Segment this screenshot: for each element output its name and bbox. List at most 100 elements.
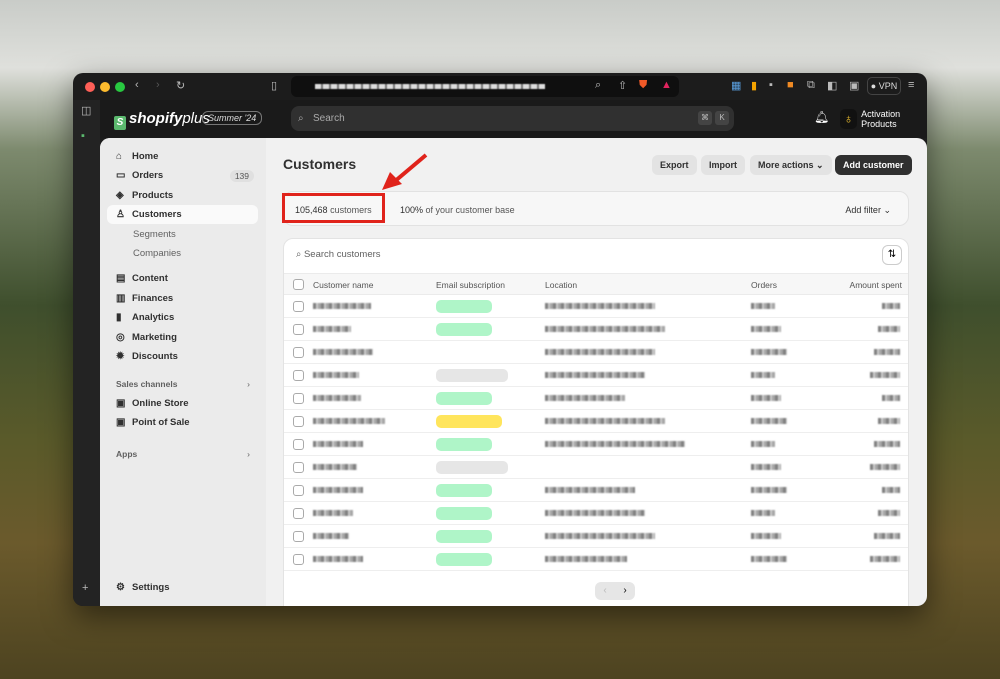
- table-row[interactable]: [284, 387, 908, 410]
- row-checkbox[interactable]: [293, 462, 304, 473]
- bookmark-icon[interactable]: ▯: [271, 79, 277, 92]
- row-checkbox[interactable]: [293, 439, 304, 450]
- shortcut-k: K: [715, 111, 729, 125]
- browser-window: ‹ › ↻ ▯ ⌕ ⇧ ⛊ ▲ ▦ ▮ ▪ ■ ⧉ ◧ ▣ ● VPN ≡ ◫ …: [73, 73, 927, 606]
- row-checkbox[interactable]: [293, 508, 304, 519]
- table-row[interactable]: [284, 479, 908, 502]
- brave-shield-icon[interactable]: ⛊: [639, 79, 647, 92]
- forward-icon[interactable]: ›: [156, 79, 160, 91]
- row-checkbox[interactable]: [293, 416, 304, 427]
- sidebar-item-products[interactable]: ◈ Products: [107, 186, 258, 205]
- row-checkbox[interactable]: [293, 554, 304, 565]
- customer-search[interactable]: ⌕ Search customers: [296, 249, 381, 260]
- blurred-customer-name: [313, 487, 363, 493]
- email-subscription-badge: [436, 484, 492, 497]
- sort-icon[interactable]: ⇅: [882, 245, 902, 265]
- email-subscription-badge: [436, 323, 492, 336]
- table-row[interactable]: [284, 525, 908, 548]
- zoom-window-button[interactable]: [115, 82, 125, 92]
- apps-header[interactable]: Apps ›: [107, 444, 258, 463]
- table-row[interactable]: [284, 433, 908, 456]
- sidebar-item-discounts[interactable]: ✹ Discounts: [107, 347, 258, 366]
- column-header[interactable]: Email subscription: [436, 280, 505, 290]
- wallet-icon[interactable]: ▣: [849, 79, 859, 92]
- column-header[interactable]: Orders: [751, 280, 777, 290]
- search-icon: ⌕: [298, 113, 304, 124]
- table-row[interactable]: [284, 548, 908, 571]
- sales-channels-header[interactable]: Sales channels ›: [107, 374, 258, 393]
- brave-rewards-icon[interactable]: ▲: [661, 79, 672, 91]
- add-tab-icon[interactable]: +: [82, 582, 88, 594]
- sidebar-toggle-icon[interactable]: ◧: [827, 79, 837, 92]
- column-header[interactable]: Customer name: [313, 280, 373, 290]
- extensions-puzzle-icon[interactable]: ⧉: [807, 79, 815, 92]
- reload-icon[interactable]: ↻: [176, 79, 185, 92]
- more-actions-label: More actions: [758, 160, 814, 170]
- more-actions-button[interactable]: More actions ⌄: [750, 155, 832, 175]
- row-checkbox[interactable]: [293, 485, 304, 496]
- blurred-amount-spent: [878, 418, 900, 424]
- sidebar-item-label: Settings: [132, 582, 170, 593]
- table-row[interactable]: [284, 502, 908, 525]
- sidebar-item-home[interactable]: ⌂ Home: [107, 147, 258, 166]
- previous-page-button[interactable]: ‹: [595, 582, 615, 600]
- blurred-customer-name: [313, 372, 359, 378]
- sidebar-item-customers[interactable]: ♙ Customers: [107, 205, 258, 224]
- content-icon: ▤: [116, 273, 126, 284]
- extension-icon[interactable]: ▮: [751, 79, 757, 92]
- row-checkbox[interactable]: [293, 301, 304, 312]
- zoom-icon[interactable]: ⌕: [595, 79, 601, 92]
- table-row[interactable]: [284, 364, 908, 387]
- row-checkbox[interactable]: [293, 531, 304, 542]
- extension-icon[interactable]: ▪: [769, 79, 773, 91]
- row-checkbox[interactable]: [293, 393, 304, 404]
- menu-icon[interactable]: ≡: [908, 79, 914, 91]
- extension-icon[interactable]: ■: [787, 79, 794, 91]
- address-bar[interactable]: ⌕ ⇧ ⛊ ▲: [291, 76, 679, 97]
- add-customer-button[interactable]: Add customer: [835, 155, 912, 175]
- sidebar-panel-icon[interactable]: ◫: [81, 104, 91, 117]
- tag-icon: ◈: [116, 190, 124, 201]
- table-row[interactable]: [284, 341, 908, 364]
- row-checkbox[interactable]: [293, 324, 304, 335]
- shopify-plus-logo[interactable]: Sshopifyplus: [114, 110, 210, 130]
- table-row[interactable]: [284, 318, 908, 341]
- blurred-location: [545, 441, 685, 447]
- table-row[interactable]: [284, 295, 908, 318]
- column-header[interactable]: Location: [545, 280, 577, 290]
- chevron-right-icon: ›: [247, 448, 250, 459]
- sidebar-item-point-of-sale[interactable]: ▣ Point of Sale: [107, 413, 258, 432]
- sidebar-item-analytics[interactable]: ▮ Analytics: [107, 308, 258, 327]
- import-button[interactable]: Import: [701, 155, 745, 175]
- sidebar-item-settings[interactable]: ⚙ Settings: [107, 578, 258, 597]
- minimize-window-button[interactable]: [100, 82, 110, 92]
- sidebar-item-orders[interactable]: ▭ Orders 139: [107, 166, 258, 185]
- share-icon[interactable]: ⇧: [618, 79, 627, 92]
- vpn-button[interactable]: ● VPN: [867, 77, 901, 95]
- select-all-checkbox[interactable]: [293, 279, 304, 290]
- sidebar-item-online-store[interactable]: ▣ Online Store: [107, 394, 258, 413]
- close-window-button[interactable]: [85, 82, 95, 92]
- global-search[interactable]: ⌕ Search ⌘ K: [291, 106, 734, 131]
- shopify-tab-icon[interactable]: ▪: [81, 130, 85, 142]
- sidebar-item-companies[interactable]: Companies: [107, 244, 258, 263]
- add-filter-button[interactable]: Add filter ⌄: [845, 205, 891, 216]
- row-checkbox[interactable]: [293, 370, 304, 381]
- back-icon[interactable]: ‹: [135, 79, 139, 91]
- column-header[interactable]: Amount spent: [850, 280, 902, 290]
- row-checkbox[interactable]: [293, 347, 304, 358]
- next-page-button[interactable]: ›: [615, 582, 635, 600]
- sidebar-item-finances[interactable]: ▥ Finances: [107, 289, 258, 308]
- edition-badge[interactable]: Summer '24: [202, 111, 263, 125]
- sidebar-item-marketing[interactable]: ◎ Marketing: [107, 328, 258, 347]
- table-row[interactable]: [284, 456, 908, 479]
- export-button[interactable]: Export: [652, 155, 697, 175]
- blurred-orders: [751, 533, 781, 539]
- sidebar-item-segments[interactable]: Segments: [107, 225, 258, 244]
- email-subscription-badge: [436, 369, 508, 382]
- extension-icon[interactable]: ▦: [731, 79, 741, 92]
- notifications-bell-icon[interactable]: 🔔︎: [814, 110, 829, 124]
- table-row[interactable]: [284, 410, 908, 433]
- store-menu[interactable]: ♁ Activation Products: [840, 109, 927, 129]
- sidebar-item-content[interactable]: ▤ Content: [107, 269, 258, 288]
